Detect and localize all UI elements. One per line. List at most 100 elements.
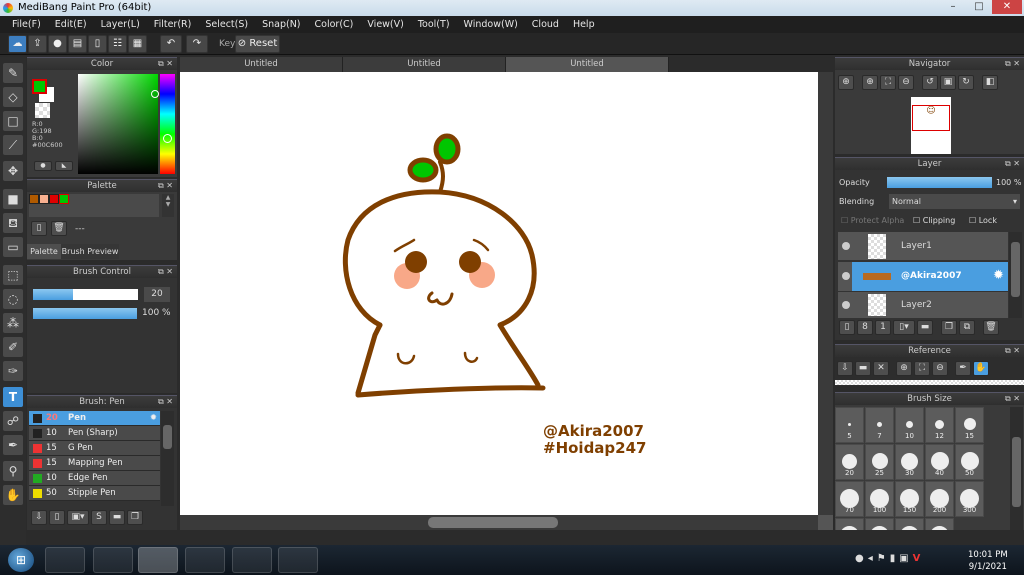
menu-window[interactable]: Window(W) [457,16,525,33]
brush-size-value[interactable]: 20 [144,287,170,302]
select-eraser-tool-icon[interactable]: ✑ [3,361,23,381]
flip-icon[interactable]: ◧ [982,75,998,90]
color-picker-button[interactable]: ◣ [55,161,73,171]
maximize-button[interactable]: □ [966,0,992,14]
menu-file[interactable]: File(F) [5,16,48,33]
vertical-scrollbar[interactable] [818,72,833,515]
system-tray-icons[interactable]: ●◂⚑▮▣V [855,553,924,564]
brush-size-option[interactable]: 25 [865,444,894,480]
bucket-tool-icon[interactable]: ⛾ [3,213,23,233]
operation-tool-icon[interactable]: ☍ [3,411,23,431]
menu-help[interactable]: Help [566,16,602,33]
clipping-checkbox[interactable]: ☐ Clipping [913,216,955,225]
navigator-viewport[interactable]: ☺ [912,105,950,131]
panel-close-icon[interactable]: ⧉ ✕ [158,180,173,192]
folder-icon[interactable]: ▬ [917,320,933,335]
hue-slider[interactable] [160,74,175,174]
color-mode-button[interactable]: ● [34,161,52,171]
brush-size-option[interactable]: 12 [925,407,954,443]
redo-button[interactable]: ↷ [186,35,208,53]
visibility-icon[interactable] [842,272,850,280]
brush-item[interactable]: 10 Edge Pen [29,471,160,486]
taskbar-chrome[interactable] [138,547,178,573]
sv-cursor[interactable] [151,90,159,98]
drawing-canvas[interactable]: @Akira2007 #Hoidap247 [180,72,818,515]
zoom-actual-icon[interactable]: ⊕ [838,75,854,90]
folder-icon[interactable]: ▬ [109,510,125,525]
menu-layer[interactable]: Layer(L) [94,16,147,33]
brush-size-option[interactable]: 7 [865,407,894,443]
duplicate-layer-icon[interactable]: ❐ [941,320,957,335]
select-rect-tool-icon[interactable]: ⬚ [3,265,23,285]
zoom-out-icon[interactable]: ⊖ [898,75,914,90]
eyedropper-tool-icon[interactable]: ⚲ [3,461,23,481]
brush-size-option[interactable]: 300 [955,481,984,517]
share-icon[interactable]: ⇪ [28,35,47,53]
doc-tab-active[interactable]: Untitled [506,57,669,72]
brush-opacity-slider[interactable] [33,308,137,319]
menu-select[interactable]: Select(S) [198,16,255,33]
settings-list-icon[interactable]: ☷ [108,35,127,53]
panel-close-icon[interactable]: ⧉ ✕ [1005,345,1020,357]
menu-view[interactable]: View(V) [360,16,410,33]
close-icon[interactable]: ✕ [873,361,889,376]
menu-edit[interactable]: Edit(E) [48,16,94,33]
comment-icon[interactable]: ● [48,35,67,53]
close-button[interactable]: ✕ [992,0,1022,14]
new-color-layer-icon[interactable]: 8 [857,320,873,335]
horizontal-scrollbar[interactable] [180,515,818,530]
tab-palette[interactable]: Palette [27,244,61,259]
menu-color[interactable]: Color(C) [308,16,361,33]
magic-wand-tool-icon[interactable]: ⁂ [3,313,23,333]
visibility-icon[interactable] [842,301,850,309]
gradient-tool-icon[interactable]: ▭ [3,237,23,257]
select-pen-tool-icon[interactable]: ✐ [3,337,23,357]
brush-size-option[interactable]: 50 [955,444,984,480]
brush-item[interactable]: 50 Stipple Pen [29,486,160,501]
layer-row-selected[interactable]: @Akira2007 ✹ [838,262,1008,291]
menu-snap[interactable]: Snap(N) [255,16,307,33]
transparent-color-swatch[interactable] [35,103,50,118]
palette-swatch[interactable] [49,194,59,204]
menu-cloud[interactable]: Cloud [525,16,566,33]
add-brush-dropdown-icon[interactable]: ▣▾ [67,510,89,525]
brush-size-option[interactable] [835,518,864,530]
brush-size-slider[interactable] [33,289,138,300]
brush-size-option[interactable]: 70 [835,481,864,517]
gear-icon[interactable]: ✹ [993,268,1004,283]
brush-size-option[interactable]: 100 [865,481,894,517]
layer-row[interactable]: Layer2 [838,292,1008,318]
brush-size-option[interactable]: 10 [895,407,924,443]
brush-size-scrollbar[interactable] [1010,407,1023,530]
tab-brush-preview[interactable]: Brush Preview [61,244,119,259]
brush-size-option[interactable] [925,518,954,530]
taskbar-app[interactable] [232,547,272,573]
new-layer-icon[interactable]: ▯ [839,320,855,335]
hand-tool-icon[interactable]: ✋ [3,485,23,505]
curve-tool-icon[interactable]: ⟋ [3,135,23,155]
fit-window-icon[interactable]: ▣ [940,75,956,90]
brush-item[interactable]: 15 G Pen [29,441,160,456]
palette-swatch[interactable] [59,194,69,204]
cloud-icon[interactable]: ☁ [8,35,27,53]
rotate-left-icon[interactable]: ↺ [922,75,938,90]
palette-scrollbar[interactable]: ▲ ▼ [162,194,174,217]
hue-cursor[interactable] [163,134,172,143]
menu-tool[interactable]: Tool(T) [411,16,457,33]
rectangle-tool-icon[interactable]: □ [3,111,23,131]
palette-swatch[interactable] [29,194,39,204]
brush-size-option[interactable]: 150 [895,481,924,517]
merge-layer-icon[interactable]: ⧉ [959,320,975,335]
hand-icon[interactable]: ✋ [973,361,989,376]
move-tool-icon[interactable]: ✥ [3,161,23,181]
panel-close-icon[interactable]: ⧉ ✕ [1005,393,1020,405]
brush-size-option[interactable]: 200 [925,481,954,517]
panel-close-icon[interactable]: ⧉ ✕ [158,58,173,70]
brush-size-option[interactable] [865,518,894,530]
fill-rect-tool-icon[interactable]: ■ [3,189,23,209]
fit-icon[interactable]: ⛶ [880,75,896,90]
brush-size-option[interactable]: 40 [925,444,954,480]
brush-size-option[interactable]: 30 [895,444,924,480]
taskbar-explorer[interactable] [93,547,133,573]
delete-layer-icon[interactable]: 🗑 [983,320,999,335]
